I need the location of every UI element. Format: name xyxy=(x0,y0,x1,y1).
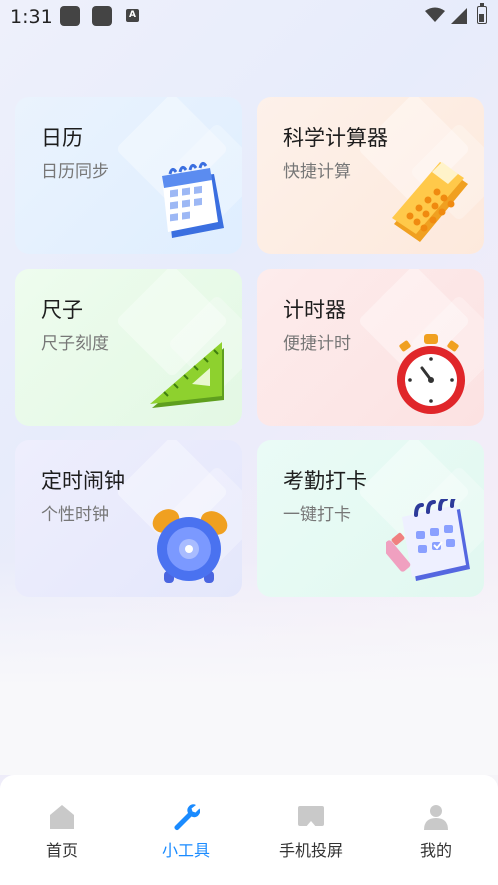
user-icon xyxy=(424,805,448,830)
wrench-icon xyxy=(174,804,200,830)
ruler-icon xyxy=(150,342,224,408)
stopwatch-icon xyxy=(397,334,465,414)
calendar-icon xyxy=(162,161,224,238)
card-title: 科学计算器 xyxy=(283,126,388,150)
card-title: 尺子 xyxy=(41,298,83,322)
battery-icon xyxy=(477,3,487,24)
notification-badge-icon: A xyxy=(126,9,139,22)
nav-label: 我的 xyxy=(419,841,452,860)
card-subtitle: 快捷计算 xyxy=(283,162,351,182)
notification-icon xyxy=(92,6,112,26)
card-subtitle: 日历同步 xyxy=(41,162,109,182)
card-title: 计时器 xyxy=(283,298,346,322)
tool-card-calculator[interactable]: 科学计算器 快捷计算 xyxy=(257,97,484,254)
wifi-icon xyxy=(425,7,445,22)
card-title: 定时闹钟 xyxy=(41,469,125,493)
card-subtitle: 尺子刻度 xyxy=(41,334,109,354)
tool-card-ruler[interactable]: 尺子 尺子刻度 xyxy=(15,269,242,426)
alarm-clock-icon xyxy=(152,509,228,583)
card-subtitle: 一键打卡 xyxy=(283,505,351,525)
status-bar: 1:31 A xyxy=(0,0,498,34)
screen-cast-icon xyxy=(298,806,324,828)
tool-card-calendar[interactable]: 日历 日历同步 xyxy=(15,97,242,254)
checklist-icon xyxy=(386,499,470,581)
status-time: 1:31 xyxy=(10,6,53,28)
bottom-nav: 首页 小工具 手机投屏 我的 xyxy=(0,775,498,885)
notification-icon xyxy=(60,6,80,26)
tool-card-checkin[interactable]: 考勤打卡 一键打卡 xyxy=(257,440,484,597)
nav-label: 手机投屏 xyxy=(278,841,343,860)
signal-icon xyxy=(451,8,467,24)
nav-item-profile[interactable]: 我的 xyxy=(374,803,498,863)
home-icon xyxy=(50,805,74,829)
nav-item-home[interactable]: 首页 xyxy=(0,803,124,863)
nav-item-screencast[interactable]: 手机投屏 xyxy=(249,803,373,863)
card-subtitle: 便捷计时 xyxy=(283,334,351,354)
card-title: 考勤打卡 xyxy=(283,469,367,493)
tool-card-timer[interactable]: 计时器 便捷计时 xyxy=(257,269,484,426)
tool-card-alarm[interactable]: 定时闹钟 个性时钟 xyxy=(15,440,242,597)
calculator-icon xyxy=(392,162,468,242)
card-subtitle: 个性时钟 xyxy=(41,505,109,525)
card-title: 日历 xyxy=(41,126,83,150)
nav-item-tools[interactable]: 小工具 xyxy=(124,803,248,863)
nav-label: 小工具 xyxy=(161,841,210,860)
nav-label: 首页 xyxy=(45,841,78,860)
